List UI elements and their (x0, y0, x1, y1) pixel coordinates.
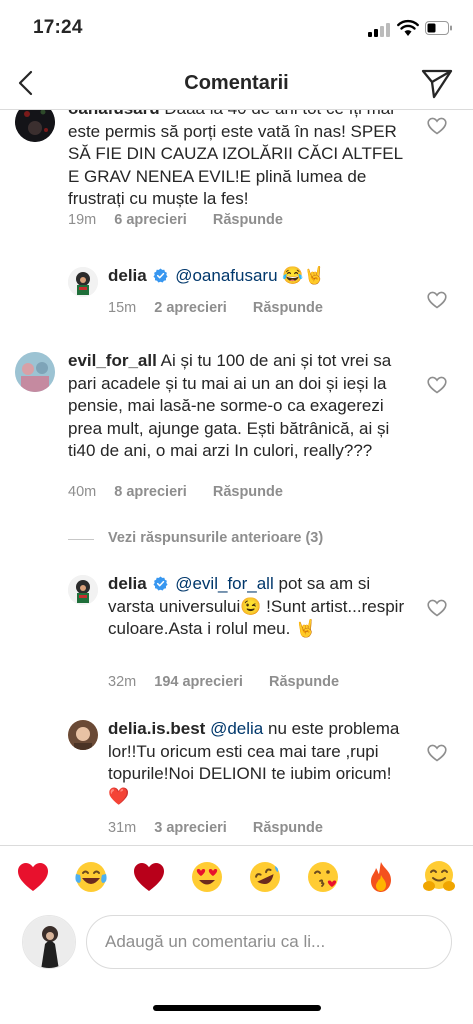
status-bar: 17:24 (0, 0, 473, 58)
heart-eyes-emoji-button[interactable] (190, 860, 224, 894)
comment-username[interactable]: delia.is.best (108, 719, 205, 738)
comment-meta: 31m 3 aprecieri Răspunde (108, 820, 323, 836)
paper-plane-icon[interactable] (420, 67, 454, 99)
comment-username[interactable]: evil_for_all (68, 351, 157, 370)
tears-of-joy-emoji-button[interactable] (74, 860, 108, 894)
reply-button[interactable]: Răspunde (253, 820, 323, 836)
comment-body: 😂🤘 (282, 266, 325, 285)
avatar[interactable] (68, 575, 98, 605)
comment-text: delia @oanafusaru 😂🤘 (108, 265, 418, 288)
verified-badge-icon (153, 268, 169, 283)
avatar-image (68, 720, 98, 750)
comment-time: 40m (68, 484, 97, 500)
comment-likes[interactable]: 2 aprecieri (154, 300, 227, 316)
header-bar: Comentarii (0, 58, 473, 110)
comment-likes[interactable]: 194 aprecieri (154, 674, 243, 690)
comments-list: oanafusaru Daaa la 40 de ani tot ce îți … (0, 110, 473, 845)
comment-username[interactable]: delia (108, 574, 147, 593)
comment-likes[interactable]: 6 aprecieri (114, 212, 187, 228)
comment-time: 31m (108, 820, 137, 836)
comment-likes[interactable]: 8 aprecieri (114, 484, 187, 500)
comment-input[interactable] (86, 915, 452, 969)
comment-meta: 19m 6 aprecieri Răspunde (68, 212, 283, 228)
comment-time: 32m (108, 674, 137, 690)
status-time: 17:24 (33, 17, 83, 38)
kissing-heart-emoji-button[interactable] (306, 860, 340, 894)
cellular-signal-icon (368, 23, 392, 37)
avatar[interactable] (15, 352, 55, 392)
heart-icon[interactable] (427, 599, 447, 617)
page-title: Comentarii (184, 72, 289, 94)
reply-button[interactable]: Răspunde (253, 300, 323, 316)
heart-icon[interactable] (427, 744, 447, 762)
comment-text: delia.is.best @delia nu este problema lo… (108, 718, 408, 808)
heart-suit-emoji-button[interactable] (132, 860, 166, 894)
heart-icon[interactable] (427, 117, 447, 135)
comment-username[interactable]: oanafusaru (68, 110, 160, 118)
comment-meta: 32m 194 aprecieri Răspunde (108, 674, 339, 690)
home-indicator (153, 1005, 321, 1011)
verified-badge-icon (153, 576, 169, 591)
heart-icon[interactable] (427, 291, 447, 309)
comment-time: 19m (68, 212, 97, 228)
reply-button[interactable]: Răspunde (213, 484, 283, 500)
avatar[interactable] (68, 267, 98, 297)
comment-meta: 15m 2 aprecieri Răspunde (108, 300, 323, 316)
fire-emoji-button[interactable] (364, 860, 398, 894)
comment-mention[interactable]: @oanafusaru (175, 266, 277, 285)
comment-likes[interactable]: 3 aprecieri (154, 820, 227, 836)
comment-composer (0, 909, 473, 979)
comment-mention[interactable]: @delia (210, 719, 263, 738)
avatar-image (68, 267, 98, 297)
avatar[interactable] (68, 720, 98, 750)
view-previous-replies-label[interactable]: Vezi răspunsurile anterioare (3) (108, 530, 323, 546)
heart-icon[interactable] (427, 376, 447, 394)
comment-meta: 40m 8 aprecieri Răspunde (68, 484, 283, 500)
battery-icon (425, 21, 452, 35)
divider-line (68, 539, 94, 540)
comment-time: 15m (108, 300, 137, 316)
hugging-face-emoji-button[interactable] (422, 860, 456, 894)
reply-button[interactable]: Răspunde (213, 212, 283, 228)
rolling-laughing-emoji-button[interactable] (248, 860, 282, 894)
comment-text: oanafusaru Daaa la 40 de ani tot ce îți … (68, 110, 408, 211)
wifi-icon (397, 19, 419, 36)
current-user-avatar (22, 915, 76, 969)
avatar-image (68, 575, 98, 605)
avatar-image (23, 916, 75, 968)
comment-text: evil_for_all Ai și tu 100 de ani și tot … (68, 350, 408, 463)
avatar-image (15, 352, 55, 392)
red-heart-emoji-button[interactable] (16, 860, 50, 894)
avatar-image (15, 110, 55, 142)
emoji-reaction-bar (0, 845, 473, 909)
comment-body: Daaa la 40 de ani tot ce îți mai este pe… (68, 110, 403, 208)
comment-username[interactable]: delia (108, 266, 147, 285)
comment-text: delia @evil_for_all pot sa am si varsta … (108, 573, 408, 641)
avatar[interactable] (15, 110, 55, 142)
comment-mention[interactable]: @evil_for_all (175, 574, 274, 593)
reply-button[interactable]: Răspunde (269, 674, 339, 690)
